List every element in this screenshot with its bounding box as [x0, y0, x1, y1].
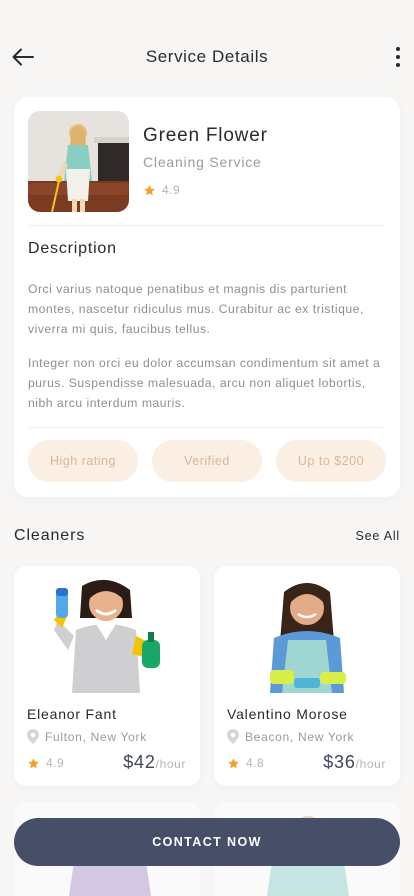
service-rating-value: 4.9: [162, 183, 181, 197]
cleaners-section-title: Cleaners: [14, 527, 86, 544]
contact-now-button[interactable]: CONTACT NOW: [14, 818, 400, 866]
cleaner-location: Beacon, New York: [227, 729, 354, 744]
divider: [28, 427, 384, 428]
cleaner-photo: [244, 578, 370, 693]
cleaner-price: $42 /hour: [123, 752, 186, 773]
service-type: Cleaning Service: [143, 154, 262, 170]
star-icon: [28, 757, 39, 768]
tag-price-range[interactable]: Up to $200: [276, 440, 386, 482]
cleaner-name: Valentino Morose: [227, 706, 348, 722]
service-rating: 4.9: [143, 183, 180, 197]
price-value: $36: [323, 752, 356, 772]
cleaner-rating: 4.9: [27, 756, 64, 770]
service-photo: [28, 111, 129, 212]
location-pin-icon: [27, 729, 39, 744]
cleaner-name: Eleanor Fant: [27, 706, 117, 722]
page-title: Service Details: [145, 47, 269, 66]
service-card: Green Flower Cleaning Service 4.9 Descri…: [14, 97, 400, 497]
cleaner-rating-value: 4.8: [246, 756, 265, 770]
cleaner-card-eleanor[interactable]: Eleanor Fant Fulton, New York 4.9 $42 /h…: [14, 566, 200, 786]
location-pin-icon: [227, 729, 239, 744]
description-paragraph-2: Integer non orci eu dolor accumsan condi…: [28, 356, 381, 410]
price-unit: /hour: [155, 757, 186, 771]
tag-verified[interactable]: Verified: [152, 440, 262, 482]
service-name: Green Flower: [143, 125, 268, 146]
star-icon: [144, 184, 155, 195]
cleaner-photo: [44, 578, 170, 693]
star-icon: [228, 757, 239, 768]
cleaner-rating-value: 4.9: [46, 756, 65, 770]
tag-high-rating[interactable]: High rating: [28, 440, 138, 482]
divider: [28, 225, 384, 226]
price-unit: /hour: [355, 757, 386, 771]
see-all-link[interactable]: See All: [355, 529, 400, 543]
description-title: Description: [28, 240, 117, 257]
cleaner-rating: 4.8: [227, 756, 264, 770]
cleaner-location-text: Beacon, New York: [245, 729, 355, 744]
app-header: Service Details: [0, 0, 414, 96]
cleaner-location-text: Fulton, New York: [45, 729, 147, 744]
cleaner-card-valentino[interactable]: Valentino Morose Beacon, New York 4.8 $3…: [214, 566, 400, 786]
price-value: $42: [123, 752, 156, 772]
more-options-icon[interactable]: [392, 44, 404, 70]
cleaner-location: Fulton, New York: [27, 729, 147, 744]
description-paragraph-1: Orci varius natoque penatibus et magnis …: [28, 282, 364, 336]
cleaner-price: $36 /hour: [323, 752, 386, 773]
